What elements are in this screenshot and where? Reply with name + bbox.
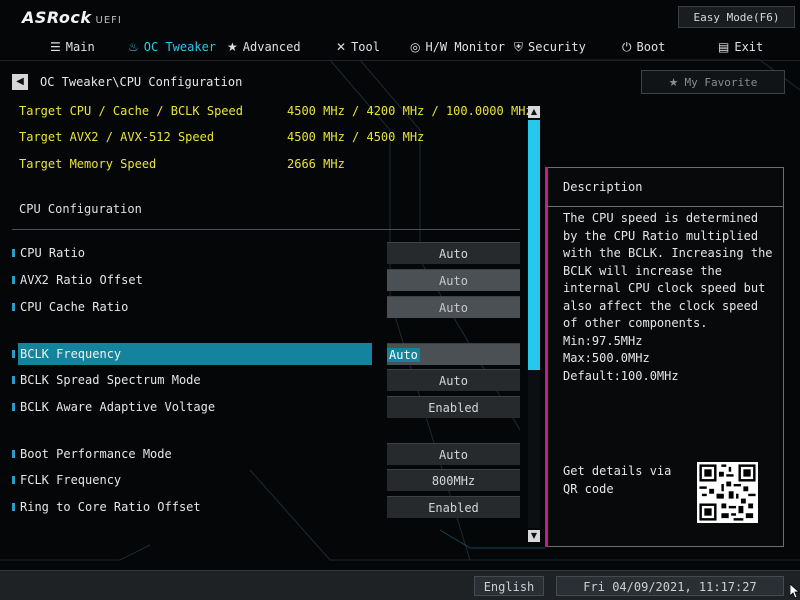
info-value: 2666 MHz xyxy=(287,157,345,171)
qr-label: Get details via QR code xyxy=(563,464,672,496)
flame-icon: ♨ xyxy=(128,40,139,54)
setting-value[interactable]: Auto xyxy=(387,369,520,391)
star-icon: ★ xyxy=(668,76,679,89)
info-value: 4500 MHz / 4200 MHz / 100.0000 MHz xyxy=(287,104,533,118)
tab-oc-tweaker[interactable]: ♨ OC Tweaker xyxy=(128,36,216,58)
tab-boot[interactable]: ⏻ Boot xyxy=(622,36,665,58)
description-title: Description xyxy=(563,180,643,194)
monitor-icon: ◎ xyxy=(410,40,421,54)
scroll-up-arrow-icon[interactable]: ▲ xyxy=(528,106,540,118)
setting-label: Ring to Core Ratio Offset xyxy=(20,500,201,514)
tab-advanced[interactable]: ★ Advanced xyxy=(227,36,301,58)
info-row-target-cpu: Target CPU / Cache / BCLK Speed 4500 MHz … xyxy=(19,104,533,118)
setting-label: FCLK Frequency xyxy=(20,473,122,487)
setting-label: CPU Cache Ratio xyxy=(20,300,129,314)
info-row-target-memory: Target Memory Speed 2666 MHz xyxy=(19,157,345,171)
tab-hw-monitor[interactable]: ◎ H/W Monitor xyxy=(410,36,505,58)
row-marker xyxy=(12,249,15,257)
shield-icon: ⛨ xyxy=(514,40,524,54)
setting-value-input[interactable]: Auto xyxy=(387,343,520,365)
language-button[interactable]: English xyxy=(474,576,544,596)
row-marker xyxy=(12,303,15,311)
nav-divider xyxy=(0,60,800,61)
setting-row-bclk-frequency[interactable]: BCLK Frequency Auto xyxy=(12,343,520,365)
breadcrumb: OC Tweaker\CPU Configuration xyxy=(40,75,243,89)
exit-icon: ▤ xyxy=(718,40,730,54)
setting-value[interactable]: Enabled xyxy=(387,396,520,418)
description-text: The CPU speed is determined by the CPU R… xyxy=(563,211,773,383)
qr-code-icon xyxy=(697,462,758,523)
panel-accent xyxy=(545,167,548,547)
row-marker xyxy=(12,503,15,511)
section-divider xyxy=(12,229,520,230)
tab-main[interactable]: ☰ Main xyxy=(50,36,95,58)
row-marker xyxy=(12,376,15,384)
back-arrow-icon[interactable]: ◀ xyxy=(12,74,28,90)
my-favorite-button[interactable]: ★ My Favorite xyxy=(641,70,785,94)
setting-row-cpu-ratio[interactable]: CPU Ratio Auto xyxy=(12,242,520,264)
setting-label: AVX2 Ratio Offset xyxy=(20,273,143,287)
tab-exit[interactable]: ▤ Exit xyxy=(718,36,763,58)
row-marker xyxy=(12,350,15,358)
setting-value[interactable]: Auto xyxy=(387,443,520,465)
setting-row-cpu-cache-ratio[interactable]: CPU Cache Ratio Auto xyxy=(12,296,520,318)
power-icon: ⏻ xyxy=(622,40,632,54)
setting-row-bclk-spread-spectrum[interactable]: BCLK Spread Spectrum Mode Auto xyxy=(12,369,520,391)
logo-suffix: UEFI xyxy=(95,15,122,26)
scrollbar-thumb[interactable] xyxy=(528,120,540,370)
row-marker xyxy=(12,476,15,484)
list-icon: ☰ xyxy=(50,40,61,54)
section-title: CPU Configuration xyxy=(19,202,142,216)
setting-row-avx2-ratio-offset[interactable]: AVX2 Ratio Offset Auto xyxy=(12,269,520,291)
setting-row-ring-to-core-ratio-offset[interactable]: Ring to Core Ratio Offset Enabled xyxy=(12,496,520,518)
row-marker xyxy=(12,450,15,458)
asrock-logo: ASRock UEFI xyxy=(22,8,122,27)
setting-label: BCLK Spread Spectrum Mode xyxy=(20,373,201,387)
setting-value[interactable]: Auto xyxy=(387,296,520,318)
info-row-target-avx: Target AVX2 / AVX-512 Speed 4500 MHz / 45… xyxy=(19,130,425,144)
date-time-display: Fri 04/09/2021, 11:17:27 xyxy=(556,576,784,596)
mouse-cursor-icon xyxy=(790,584,800,599)
tools-icon: ✕ xyxy=(336,40,347,54)
row-marker xyxy=(12,403,15,411)
setting-label: BCLK Aware Adaptive Voltage xyxy=(20,400,216,414)
description-panel: Description The CPU speed is determined … xyxy=(545,167,784,547)
info-value: 4500 MHz / 4500 MHz xyxy=(287,130,425,144)
setting-value[interactable]: Auto xyxy=(387,269,520,291)
setting-label: BCLK Frequency xyxy=(20,347,122,361)
setting-label: Boot Performance Mode xyxy=(20,447,172,461)
setting-row-bclk-aware-voltage[interactable]: BCLK Aware Adaptive Voltage Enabled xyxy=(12,396,520,418)
setting-row-boot-performance-mode[interactable]: Boot Performance Mode Auto xyxy=(12,443,520,465)
setting-value[interactable]: Auto xyxy=(387,242,520,264)
description-divider xyxy=(546,206,783,207)
setting-label: CPU Ratio xyxy=(20,246,86,260)
setting-value[interactable]: Enabled xyxy=(387,496,520,518)
setting-row-fclk-frequency[interactable]: FCLK Frequency 800MHz xyxy=(12,469,520,491)
row-marker xyxy=(12,276,15,284)
tab-tool[interactable]: ✕ Tool xyxy=(336,36,380,58)
setting-value[interactable]: 800MHz xyxy=(387,469,520,491)
tab-security[interactable]: ⛨ Security xyxy=(514,36,586,58)
star-icon: ★ xyxy=(227,40,238,54)
main-navigation: ☰ Main ♨ OC Tweaker ★ Advanced ✕ Tool ◎ H/W M… xyxy=(0,36,800,58)
scroll-down-arrow-icon[interactable]: ▼ xyxy=(528,530,540,542)
easy-mode-button[interactable]: Easy Mode(F6) xyxy=(678,6,795,28)
